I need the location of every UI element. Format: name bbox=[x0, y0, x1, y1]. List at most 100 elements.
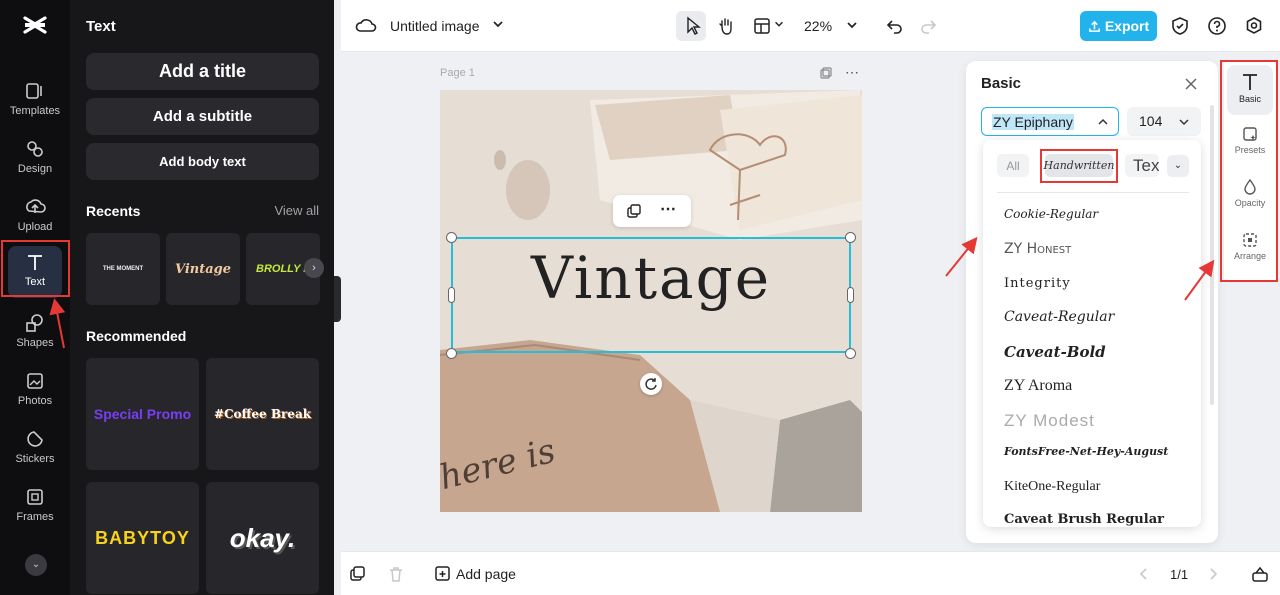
more-options-icon[interactable]: ⋯ bbox=[845, 64, 859, 81]
filter-chip-all[interactable]: All bbox=[997, 154, 1029, 177]
trash-icon[interactable] bbox=[387, 565, 405, 583]
basic-panel-title: Basic bbox=[981, 75, 1022, 92]
text-panel: Text Add a title Add a subtitle Add body… bbox=[70, 0, 334, 595]
pages-panel-icon[interactable] bbox=[1251, 565, 1269, 583]
font-option[interactable]: Caveat-Bold bbox=[1004, 343, 1106, 361]
rail-label: Templates bbox=[9, 105, 61, 117]
app-window: Templates Design Upload Text Shapes Phot… bbox=[0, 0, 1280, 595]
recent-text-style[interactable]: Vintage bbox=[166, 233, 240, 305]
recent-label: THE MOMENT bbox=[102, 266, 144, 272]
left-rail: Templates Design Upload Text Shapes Phot… bbox=[0, 0, 70, 595]
side-handle[interactable] bbox=[448, 287, 455, 303]
add-subtitle-button[interactable]: Add a subtitle bbox=[86, 98, 319, 135]
font-size-select[interactable]: 104 bbox=[1127, 107, 1201, 136]
add-body-text-button[interactable]: Add body text bbox=[86, 143, 319, 180]
font-option[interactable]: Integrity bbox=[1004, 276, 1071, 291]
chevron-right-icon[interactable]: › bbox=[304, 258, 324, 278]
document-title[interactable]: Untitled image bbox=[390, 18, 480, 34]
export-button[interactable]: Export bbox=[1080, 11, 1157, 41]
recent-label: Vintage bbox=[174, 261, 232, 277]
rail-item-templates[interactable]: Templates bbox=[0, 72, 70, 124]
chevron-down-icon[interactable] bbox=[845, 18, 859, 32]
recommended-card[interactable]: #Coffee Break bbox=[206, 358, 319, 470]
shapes-icon bbox=[26, 314, 43, 332]
add-title-button[interactable]: Add a title bbox=[86, 53, 319, 90]
rail-label: Shapes bbox=[16, 337, 54, 349]
rail-item-photos[interactable]: Photos bbox=[0, 362, 70, 414]
top-bar: Untitled image 22% Export bbox=[341, 0, 1280, 52]
page-counter: 1/1 bbox=[1170, 567, 1189, 582]
rail-more-button[interactable]: ⌄ bbox=[25, 554, 47, 576]
font-option[interactable]: ZY Honest bbox=[1004, 241, 1071, 257]
chevron-down-icon bbox=[1179, 119, 1189, 126]
rail-label: Upload bbox=[17, 221, 53, 233]
recent-text-style[interactable]: THE MOMENT bbox=[86, 233, 160, 305]
duplicate-page-icon[interactable] bbox=[349, 565, 367, 583]
recommended-label: Special Promo bbox=[93, 406, 192, 422]
cloud-icon[interactable] bbox=[355, 15, 377, 37]
rail-item-stickers[interactable]: Stickers bbox=[0, 420, 70, 472]
rail-item-shapes[interactable]: Shapes bbox=[0, 304, 70, 356]
font-option[interactable]: Caveat-Regular bbox=[1004, 309, 1114, 325]
duplicate-page-icon[interactable] bbox=[819, 66, 833, 80]
undo-icon[interactable] bbox=[884, 15, 906, 37]
duplicate-icon[interactable] bbox=[626, 203, 642, 219]
layout-icon[interactable] bbox=[751, 15, 773, 37]
element-floating-toolbar: ⋯ bbox=[613, 195, 691, 227]
templates-icon bbox=[26, 83, 42, 99]
highlight-box-right-panel bbox=[1220, 60, 1278, 282]
pointer-icon bbox=[687, 16, 701, 35]
chevron-right-icon[interactable] bbox=[1207, 567, 1219, 581]
resize-handle[interactable] bbox=[446, 232, 457, 243]
font-option[interactable]: FontsFree-Net-Hey-August bbox=[1004, 445, 1168, 458]
help-icon[interactable] bbox=[1206, 15, 1228, 37]
rail-label: Frames bbox=[16, 511, 54, 523]
rotate-handle[interactable] bbox=[640, 373, 662, 395]
capcut-logo-icon[interactable] bbox=[22, 12, 48, 38]
font-size-value: 104 bbox=[1139, 113, 1163, 129]
export-icon bbox=[1088, 20, 1100, 32]
add-page-icon[interactable] bbox=[434, 565, 452, 583]
export-label: Export bbox=[1104, 18, 1150, 34]
resize-handle[interactable] bbox=[845, 232, 856, 243]
rail-item-upload[interactable]: Upload bbox=[0, 188, 70, 240]
chevron-down-icon[interactable] bbox=[773, 18, 785, 30]
panel-scrollbar[interactable] bbox=[1210, 105, 1214, 405]
resize-handle[interactable] bbox=[446, 348, 457, 359]
redo-icon[interactable] bbox=[917, 15, 939, 37]
settings-icon[interactable] bbox=[1243, 15, 1265, 37]
shield-icon[interactable] bbox=[1169, 15, 1191, 37]
font-option[interactable]: Caveat Brush Regular bbox=[1004, 512, 1164, 527]
photos-icon bbox=[27, 373, 43, 389]
selected-text-element[interactable]: Vintage bbox=[451, 244, 851, 312]
panel-title: Text bbox=[86, 18, 116, 35]
more-options-icon[interactable]: ⋯ bbox=[660, 199, 676, 219]
recommended-card[interactable]: BABYTOY bbox=[86, 482, 199, 594]
hand-icon[interactable] bbox=[715, 15, 737, 37]
font-option[interactable]: Cookie-Regular bbox=[1004, 207, 1098, 221]
add-page-button[interactable]: Add page bbox=[456, 566, 516, 582]
rail-item-design[interactable]: Design bbox=[0, 130, 70, 182]
filter-expand-chevron-icon[interactable]: ⌄ bbox=[1167, 155, 1189, 177]
recommended-label: okay. bbox=[229, 522, 296, 553]
rail-item-frames[interactable]: Frames bbox=[0, 478, 70, 530]
view-all-link[interactable]: View all bbox=[274, 203, 319, 218]
font-family-select[interactable]: ZY Epiphany bbox=[981, 107, 1119, 136]
recommended-card[interactable]: okay. bbox=[206, 482, 319, 594]
rail-label: Photos bbox=[17, 395, 53, 407]
resize-handle[interactable] bbox=[845, 348, 856, 359]
side-handle[interactable] bbox=[847, 287, 854, 303]
panel-collapse-handle[interactable] bbox=[334, 276, 341, 322]
highlight-box-handwritten bbox=[1040, 149, 1118, 183]
filter-chip-text[interactable]: Tex bbox=[1125, 154, 1159, 177]
font-option[interactable]: ZY Modest bbox=[1004, 411, 1095, 431]
stickers-icon bbox=[27, 431, 43, 447]
font-option[interactable]: KiteOne-Regular bbox=[1004, 479, 1100, 495]
font-option[interactable]: ZY Aroma bbox=[1004, 377, 1072, 395]
close-icon[interactable] bbox=[1184, 77, 1198, 91]
frames-icon bbox=[27, 489, 43, 505]
chevron-down-icon[interactable] bbox=[491, 17, 505, 31]
recommended-card[interactable]: Special Promo bbox=[86, 358, 199, 470]
zoom-level[interactable]: 22% bbox=[804, 18, 832, 34]
chevron-left-icon[interactable] bbox=[1138, 567, 1150, 581]
